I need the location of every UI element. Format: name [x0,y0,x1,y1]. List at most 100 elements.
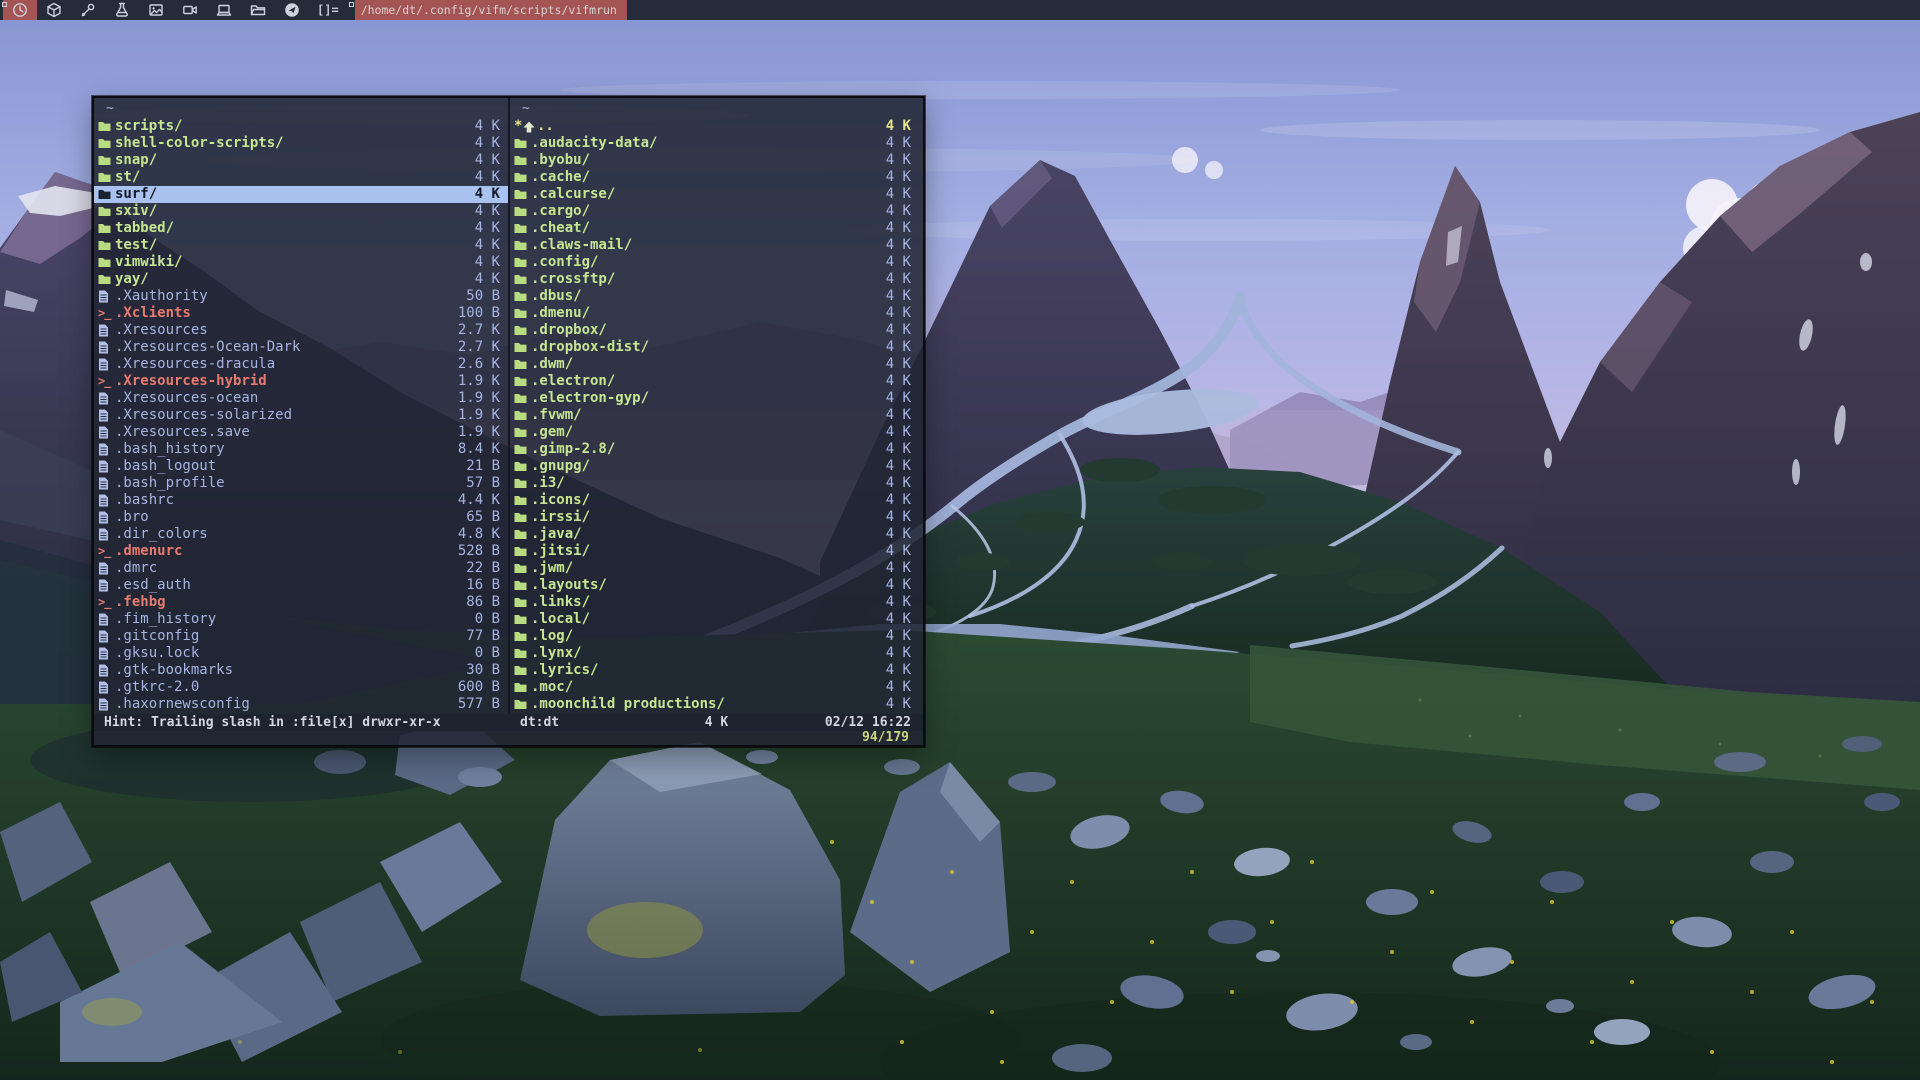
left-pane[interactable]: ~ >_ * scripts/ 4 K [94,98,510,714]
file-row[interactable]: >_ * .moonchild productions/ 4 K [510,696,923,713]
folder-icon [98,138,114,149]
file-row[interactable]: >_ * .Xresources-ocean 1.9 K [94,390,508,407]
file-row[interactable]: >_ * yay/ 4 K [94,271,508,288]
file-row[interactable]: >_ * .java/ 4 K [510,526,923,543]
file-row[interactable]: >_ * .Xclients 100 B [94,305,508,322]
file-row[interactable]: >_ * .byobu/ 4 K [510,152,923,169]
file-row[interactable]: >_ * .gem/ 4 K [510,424,923,441]
file-row[interactable]: >_ * .Xauthority 50 B [94,288,508,305]
folder-icon [514,631,530,642]
file-name: .fehbg [115,594,466,611]
file-name: .lynx/ [531,645,886,662]
file-row[interactable]: >_ * .audacity-data/ 4 K [510,135,923,152]
file-row[interactable]: >_ * .fehbg 86 B [94,594,508,611]
tag-5[interactable] [139,0,173,20]
file-row[interactable]: >_ * .i3/ 4 K [510,475,923,492]
file-row[interactable]: >_ * scripts/ 4 K [94,118,508,135]
file-row[interactable]: >_ * .bashrc 4.4 K [94,492,508,509]
file-row[interactable]: >_ * shell-color-scripts/ 4 K [94,135,508,152]
folder-icon [514,240,530,251]
file-row[interactable]: >_ * .Xresources-dracula 2.6 K [94,356,508,373]
file-row[interactable]: >_ * st/ 4 K [94,169,508,186]
file-row[interactable]: >_ * .icons/ 4 K [510,492,923,509]
file-row[interactable]: >_ * tabbed/ 4 K [94,220,508,237]
file-row[interactable]: >_ * .gitconfig 77 B [94,628,508,645]
layout-indicator[interactable]: []= [317,3,339,17]
file-size: 4 K [886,424,911,441]
file-row[interactable]: >_ * .config/ 4 K [510,254,923,271]
file-row[interactable]: >_ * .fim_history 0 B [94,611,508,628]
tag-9[interactable] [275,0,309,20]
file-row[interactable]: >_ * .dmenurc 528 B [94,543,508,560]
file-size: 4 K [886,662,911,679]
tag-4[interactable] [105,0,139,20]
tag-6[interactable] [173,0,207,20]
file-row[interactable]: >_ * snap/ 4 K [94,152,508,169]
tag-8[interactable] [241,0,275,20]
file-row[interactable]: >_ * .cache/ 4 K [510,169,923,186]
file-row[interactable]: >_ * .dmrc 22 B [94,560,508,577]
file-row[interactable]: >_ * .gnupg/ 4 K [510,458,923,475]
file-row[interactable]: >_ * .irssi/ 4 K [510,509,923,526]
file-row[interactable]: >_ * .crossftp/ 4 K [510,271,923,288]
tag-3[interactable] [71,0,105,20]
file-row[interactable]: >_ * .bash_logout 21 B [94,458,508,475]
left-file-list[interactable]: >_ * scripts/ 4 K >_ * [94,118,508,714]
file-row[interactable]: >_ * .bash_history 8.4 K [94,441,508,458]
file-row[interactable]: >_ * .dropbox-dist/ 4 K [510,339,923,356]
right-file-list[interactable]: >_ * .. 4 K >_ * [510,118,923,714]
file-row[interactable]: >_ * .Xresources-solarized 1.9 K [94,407,508,424]
file-row[interactable]: >_ * .log/ 4 K [510,628,923,645]
file-row[interactable]: >_ * .Xresources.save 1.9 K [94,424,508,441]
file-row[interactable]: >_ * .cargo/ 4 K [510,203,923,220]
file-row[interactable]: >_ * .local/ 4 K [510,611,923,628]
focused-window-title: /home/dt/.config/vifm/scripts/vifmrun [355,0,627,20]
file-row[interactable]: >_ * .layouts/ 4 K [510,577,923,594]
file-row[interactable]: >_ * .calcurse/ 4 K [510,186,923,203]
file-row[interactable]: >_ * .gtkrc-2.0 600 B [94,679,508,696]
file-row[interactable]: >_ * .dmenu/ 4 K [510,305,923,322]
file-row[interactable]: >_ * .fvwm/ 4 K [510,407,923,424]
file-row[interactable]: >_ * test/ 4 K [94,237,508,254]
file-row[interactable]: >_ * .electron-gyp/ 4 K [510,390,923,407]
file-size: 4 K [886,475,911,492]
file-row[interactable]: >_ * .claws-mail/ 4 K [510,237,923,254]
tag-2[interactable] [37,0,71,20]
file-row[interactable]: >_ * .moc/ 4 K [510,679,923,696]
file-row[interactable]: >_ * .jitsi/ 4 K [510,543,923,560]
file-row[interactable]: >_ * .esd_auth 16 B [94,577,508,594]
file-row[interactable]: >_ * .bro 65 B [94,509,508,526]
file-row[interactable]: >_ * .lynx/ 4 K [510,645,923,662]
file-row[interactable]: >_ * .Xresources-Ocean-Dark 2.7 K [94,339,508,356]
file-row[interactable]: >_ * .dropbox/ 4 K [510,322,923,339]
file-row[interactable]: >_ * .dbus/ 4 K [510,288,923,305]
tag-1[interactable] [3,0,37,20]
right-pane[interactable]: ~ >_ * .. 4 K [510,98,923,714]
file-row[interactable]: >_ * sxiv/ 4 K [94,203,508,220]
file-row[interactable]: >_ * .jwm/ 4 K [510,560,923,577]
file-row[interactable]: >_ * .gtk-bookmarks 30 B [94,662,508,679]
file-row[interactable]: >_ * .haxornewsconfig 577 B [94,696,508,713]
file-row[interactable]: >_ * .cheat/ 4 K [510,220,923,237]
file-row[interactable]: >_ * .Xresources 2.7 K [94,322,508,339]
folder-icon [514,206,530,217]
file-row[interactable]: >_ * .electron/ 4 K [510,373,923,390]
file-row[interactable]: >_ * .lyrics/ 4 K [510,662,923,679]
file-row[interactable]: >_ * .. 4 K [510,118,923,135]
vifm-file-manager-window[interactable]: ~ >_ * scripts/ 4 K [92,96,925,747]
file-row[interactable]: >_ * .gksu.lock 0 B [94,645,508,662]
file-row[interactable]: >_ * .bash_profile 57 B [94,475,508,492]
file-size: 1.9 K [458,424,500,441]
file-size: 4.8 K [458,526,500,543]
file-row[interactable]: >_ * .links/ 4 K [510,594,923,611]
tag-7[interactable] [207,0,241,20]
file-name: .java/ [531,526,886,543]
file-size: 22 B [466,560,500,577]
file-row[interactable]: >_ * .Xresources-hybrid 1.9 K [94,373,508,390]
file-row[interactable]: >_ * .gimp-2.8/ 4 K [510,441,923,458]
file-row[interactable]: >_ * .dwm/ 4 K [510,356,923,373]
file-name: .config/ [531,254,886,271]
file-row[interactable]: >_ * vimwiki/ 4 K [94,254,508,271]
file-row[interactable]: >_ * .dir_colors 4.8 K [94,526,508,543]
file-row[interactable]: >_ * surf/ 4 K [94,186,508,203]
